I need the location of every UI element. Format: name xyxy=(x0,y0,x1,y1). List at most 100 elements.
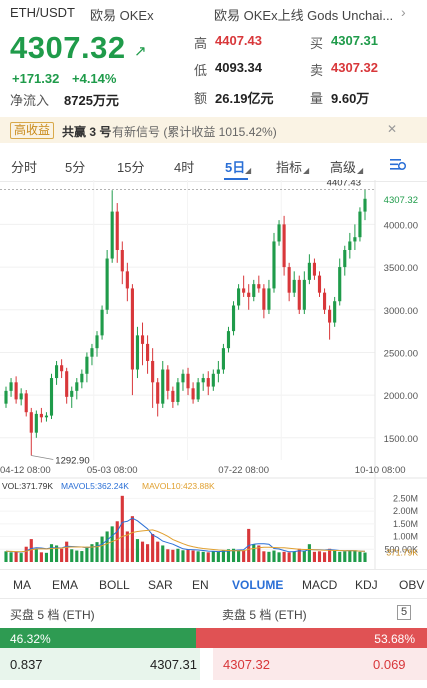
volume-bar xyxy=(307,544,311,562)
volume-bar xyxy=(206,552,210,562)
candle-body xyxy=(65,371,69,397)
tab-indicators[interactable]: 指标 xyxy=(276,157,302,176)
volume-bar xyxy=(44,552,49,562)
volume-bar xyxy=(186,549,190,562)
tab-15min[interactable]: 15分 xyxy=(117,157,144,176)
chevron-right-icon[interactable]: › xyxy=(401,4,406,20)
indicator-ma[interactable]: MA xyxy=(13,578,31,592)
time-axis-label: 05-03 08:00 xyxy=(87,465,138,476)
top-bar: ETH/USDT 欧易 OKEx 欧易 OKEx上线 Gods Unchai..… xyxy=(0,0,427,24)
candle-body xyxy=(358,211,362,238)
buy-book-title: 买盘 5 档 (ETH) xyxy=(10,608,95,622)
news-ticker[interactable]: 欧易 OKEx上线 Gods Unchai... xyxy=(214,5,397,24)
tab-timeshare[interactable]: 分时 xyxy=(11,157,37,176)
volume-bar xyxy=(322,552,327,562)
volume-bar xyxy=(171,549,175,562)
indicator-kdj[interactable]: KDJ xyxy=(355,578,378,592)
volume-bar xyxy=(80,551,84,562)
candle-body xyxy=(176,382,180,402)
sell-book-title: 卖盘 5 档 (ETH) xyxy=(222,608,307,622)
indicator-boll[interactable]: BOLL xyxy=(99,578,130,592)
candle-body xyxy=(272,241,276,289)
promo-banner[interactable]: 高收益 共赢 3 号 有新信号 (累计收益 1015.42%) ✕ xyxy=(0,117,427,143)
candle-body xyxy=(140,335,145,344)
volume-bar xyxy=(181,550,185,562)
volume-bar xyxy=(221,550,225,562)
candle-body xyxy=(328,309,332,323)
volume-bar xyxy=(146,544,150,562)
candle-body xyxy=(34,413,38,433)
candle-body xyxy=(151,360,155,383)
candle-body xyxy=(44,415,49,418)
volume-bar xyxy=(110,526,114,562)
volume-bar xyxy=(151,534,155,562)
tab-4hour[interactable]: 4时 xyxy=(174,157,194,176)
volume-bar xyxy=(156,541,160,562)
volume-bar xyxy=(262,551,266,562)
high-price-marker: 4407.43 xyxy=(327,180,361,189)
price-axis-tick: 2000.00 xyxy=(384,391,418,402)
tab-5min[interactable]: 5分 xyxy=(65,157,85,176)
price-axis-tick: 2500.00 xyxy=(384,348,418,359)
candle-body xyxy=(317,275,322,293)
high-value: 4407.43 xyxy=(215,33,262,48)
caret-down-icon: ◢ xyxy=(245,166,252,175)
candle-body xyxy=(49,378,54,416)
candle-body xyxy=(267,288,271,310)
close-icon[interactable]: ✕ xyxy=(387,122,397,136)
candlestick-chart[interactable]: 4000.00 3500.00 3000.00 2500.00 2000.00 1500.… xyxy=(0,180,427,570)
indicator-volume[interactable]: VOLUME xyxy=(232,578,283,592)
mavol10-label: MAVOL10:423.88K xyxy=(142,481,215,491)
volume-bar xyxy=(34,549,38,562)
volume-bar xyxy=(358,551,362,562)
candle-body xyxy=(186,373,190,389)
candle-body xyxy=(191,388,195,400)
candle-body xyxy=(343,250,347,268)
candle-body xyxy=(262,288,266,310)
candle-body xyxy=(171,390,175,402)
low-value: 4093.34 xyxy=(215,60,262,75)
indicator-sar[interactable]: SAR xyxy=(148,578,173,592)
volume-bar xyxy=(60,548,64,562)
volume-bar xyxy=(130,516,134,562)
volume-bar xyxy=(191,550,195,562)
volume-bar xyxy=(9,552,13,562)
candle-body xyxy=(125,271,129,289)
chart-settings-icon[interactable] xyxy=(389,156,407,177)
indicator-obv[interactable]: OBV xyxy=(399,578,424,592)
exchange-name: 欧易 OKEx xyxy=(90,8,154,23)
buy-label: 买 xyxy=(310,36,324,51)
volume-bar xyxy=(70,549,74,562)
price-axis-tick: 4000.00 xyxy=(384,220,418,231)
volume-bar xyxy=(242,550,246,562)
mavol5-line xyxy=(5,517,366,553)
amount-value: 26.19亿元 xyxy=(215,91,274,106)
candle-body xyxy=(80,373,84,383)
volume-bar xyxy=(100,536,104,562)
tab-5day[interactable]: 5日 xyxy=(225,157,245,176)
time-axis-label: 10-10 08:00 xyxy=(355,465,406,476)
candle-body xyxy=(287,267,291,293)
candle-body xyxy=(302,279,306,310)
volume-bar xyxy=(282,551,286,562)
mavol10-line xyxy=(5,529,366,553)
time-axis-label: 04-12 08:00 xyxy=(0,465,51,476)
indicator-ema[interactable]: EMA xyxy=(52,578,78,592)
sell-label: 卖 xyxy=(310,63,324,78)
candle-body xyxy=(166,369,170,391)
volume-bar xyxy=(201,551,205,562)
candle-body xyxy=(292,279,296,293)
volume-axis-tick: 1.00M xyxy=(393,532,418,542)
buy-quantity: 0.837 xyxy=(10,657,43,672)
volume-bar xyxy=(135,539,140,562)
volume-bar xyxy=(252,544,256,562)
high-label: 高 xyxy=(194,36,208,51)
last-price-tag: 4307.32 xyxy=(384,195,418,206)
depth-selector[interactable]: 5 xyxy=(397,605,411,620)
candle-body xyxy=(115,211,119,250)
promo-strategy-name: 共赢 3 号 xyxy=(62,125,112,139)
candle-body xyxy=(211,373,215,387)
indicator-ene[interactable]: EN xyxy=(192,578,209,592)
tab-advanced[interactable]: 高级 xyxy=(330,157,356,176)
indicator-macd[interactable]: MACD xyxy=(302,578,337,592)
